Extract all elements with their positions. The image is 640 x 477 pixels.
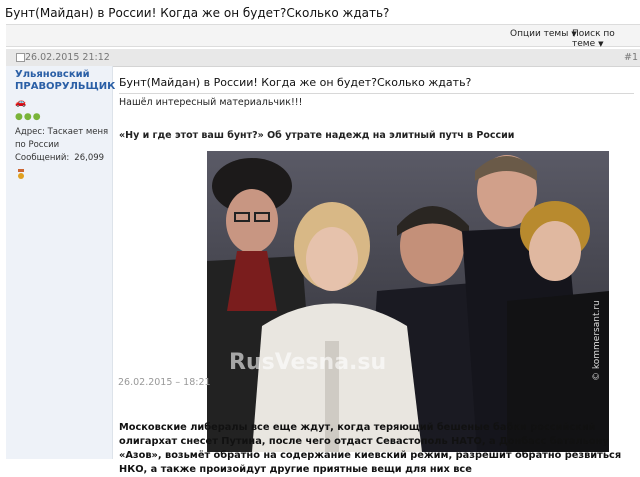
search-thread-label: Поиск по теме xyxy=(572,29,615,49)
post-status-icon xyxy=(16,53,25,62)
thread-toolbar: Опции темы ▼ Поиск по теме ▼ xyxy=(6,24,640,49)
thread-title: Бунт(Майдан) в России! Когда же он будет… xyxy=(5,6,390,20)
photo-illustration: RusVesna.su © kommersant.ru xyxy=(207,151,609,452)
article-headline: «Ну и где этот ваш бунт?» Об утрате наде… xyxy=(119,130,515,141)
post-content: Бунт(Майдан) в России! Когда же он будет… xyxy=(113,66,640,475)
photo-credit: © kommersant.ru xyxy=(592,300,602,381)
author-name-link[interactable]: Ульяновский ПРАВОРУЛЬЩИК xyxy=(15,69,115,93)
divider xyxy=(119,93,634,94)
thread-options-menu[interactable]: Опции темы ▼ xyxy=(510,29,577,39)
photo-watermark: RusVesna.su xyxy=(229,350,386,375)
post-intro: Нашёл интересный материальчик!!! xyxy=(119,97,303,108)
post-number-link[interactable]: #1 xyxy=(624,52,638,63)
article-photo[interactable]: RusVesna.su © kommersant.ru xyxy=(207,151,609,452)
address-label: Адрес: xyxy=(15,127,45,137)
user-details: Адрес: Таскает меня по России Сообщений:… xyxy=(15,126,115,165)
user-info-pane: Ульяновский ПРАВОРУЛЬЩИК 🚗 ●●● Адрес: Та… xyxy=(6,66,115,459)
search-thread-menu[interactable]: Поиск по теме ▼ xyxy=(572,29,640,49)
post-title: Бунт(Майдан) в России! Когда же он будет… xyxy=(119,76,472,89)
car-icon: 🚗 xyxy=(15,98,27,108)
post-date: 26.02.2015 21:12 xyxy=(25,52,110,63)
reputation-stars-icon: ●●● xyxy=(15,112,42,122)
medal-icon xyxy=(18,169,24,179)
chevron-down-icon: ▼ xyxy=(598,40,604,48)
thread-options-label: Опции темы xyxy=(510,29,569,39)
messages-count: 26,099 xyxy=(74,153,105,163)
post-header: 26.02.2015 21:12 #1 xyxy=(6,49,640,67)
article-body: Московские либералы все еще ждут, когда … xyxy=(119,422,622,475)
article-date: 26.02.2015 – 18:21 xyxy=(118,377,211,388)
messages-label: Сообщений: xyxy=(15,153,70,163)
